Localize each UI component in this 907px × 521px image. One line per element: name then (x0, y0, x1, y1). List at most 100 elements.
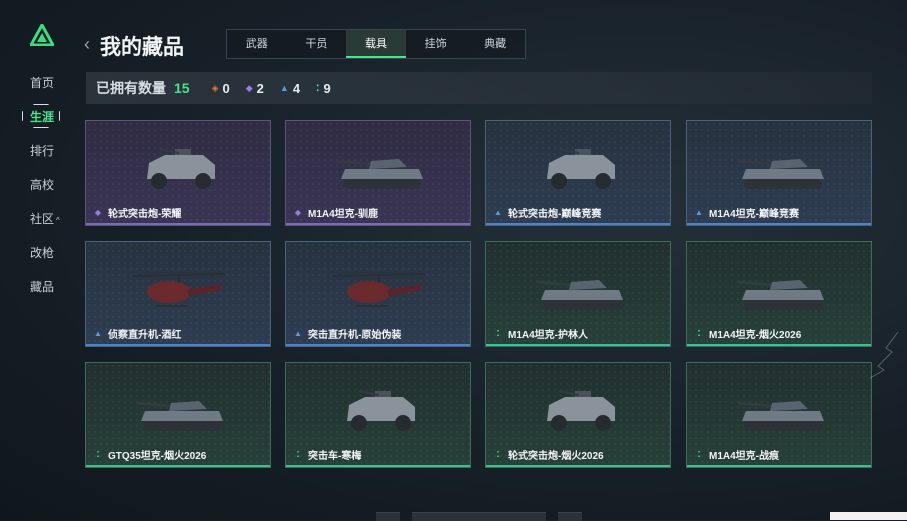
rarity-underline (687, 223, 871, 225)
rarity-underline (486, 223, 670, 225)
vehicle-card[interactable]: ▲ 突击直升机-原始伪装 (285, 241, 471, 347)
vehicle-card[interactable]: ▲ 轮式突击炮-巅峰竞赛 (485, 120, 671, 226)
vehicle-name: M1A4坦克-巅峰竞赛 (709, 209, 800, 220)
rarity-count: 2 (256, 80, 264, 96)
tab-weapons[interactable]: 武器 (227, 30, 287, 58)
tank-icon (129, 381, 229, 441)
sidebar-item-college[interactable]: 高校 (18, 174, 68, 196)
vehicle-card[interactable]: ⁚ M1A4坦克-烟火2026 (686, 241, 872, 347)
rarity-stat-purple: ◆ 2 (246, 81, 264, 96)
rarity-underline (86, 223, 270, 225)
green-rarity-icon: ⁚ (697, 329, 701, 338)
vehicle-card-label: ◆ M1A4坦克-驯鹿 (292, 205, 378, 220)
rarity-count: 0 (222, 80, 230, 96)
blue-rarity-icon: ▲ (695, 208, 703, 217)
blue-rarity-icon: ▲ (294, 329, 302, 338)
ownership-summary: 已拥有数量 15 ◈ 0 ◆ 2 ▲ 4 ⁚ 9 (86, 72, 872, 104)
green-rarity-icon: ⁚ (496, 450, 500, 459)
sidebar-item-label: 高校 (30, 178, 55, 192)
sidebar-item-label: 生涯 (30, 110, 55, 124)
vehicle-card-label: ▲ M1A4坦克-巅峰竞赛 (693, 205, 799, 220)
blue-rarity-icon: ▲ (494, 208, 502, 217)
green-rarity-icon: ⁚ (697, 450, 701, 459)
green-rarity-icon: ⁚ (496, 329, 500, 338)
tank-icon (329, 139, 429, 199)
vehicle-card[interactable]: ⁚ M1A4坦克-护林人 (485, 241, 671, 347)
vehicle-name: M1A4坦克-护林人 (508, 330, 589, 341)
vehicle-card[interactable]: ⁚ M1A4坦克-战痕 (686, 362, 872, 468)
vehicle-card-label: ▲ 轮式突击炮-巅峰竞赛 (492, 205, 601, 220)
vehicle-card-label: ◆ 轮式突击炮-荣耀 (92, 205, 181, 220)
armored-car-icon (529, 139, 629, 199)
logo-icon (30, 24, 54, 46)
sidebar-item-collection[interactable]: 藏品 (18, 276, 68, 298)
vehicle-card[interactable]: ▲ M1A4坦克-巅峰竞赛 (686, 120, 872, 226)
back-icon[interactable]: ‹ (84, 34, 90, 55)
sidebar-item-label: 藏品 (30, 280, 55, 294)
vehicle-name: 轮式突击炮-烟火2026 (508, 451, 604, 462)
vehicle-card[interactable]: ⁚ 突击车-寒梅 (285, 362, 471, 468)
sidebar-item-ranking[interactable]: 排行 (18, 140, 68, 162)
tab-charms[interactable]: 挂饰 (406, 30, 466, 58)
vehicle-name: 轮式突击炮-巅峰竞赛 (508, 209, 602, 220)
rarity-stat-blue: ▲ 4 (280, 81, 300, 96)
tank-icon (730, 381, 830, 441)
rarity-underline (286, 223, 470, 225)
vehicle-card[interactable]: ◆ 轮式突击炮-荣耀 (85, 120, 271, 226)
blue-chevron-icon: ▲ (279, 83, 289, 93)
vehicle-card-label: ⁚ 突击车-寒梅 (292, 447, 361, 462)
lightning-decoration-icon (869, 331, 899, 379)
vehicle-card-label: ⁚ M1A4坦克-战痕 (693, 447, 779, 462)
rarity-underline (687, 465, 871, 467)
vehicle-card[interactable]: ⁚ GTQ35坦克-烟火2026 (85, 362, 271, 468)
green-dots-icon: ⁚ (316, 82, 320, 93)
tank-icon (730, 139, 830, 199)
floating-panel-edge (830, 512, 907, 520)
tank-icon (529, 260, 629, 320)
vehicle-name: M1A4坦克-战痕 (709, 451, 780, 462)
purple-rarity-icon: ◆ (294, 208, 302, 217)
owned-label: 已拥有数量 (96, 80, 166, 96)
vehicle-card[interactable]: ⁚ 轮式突击炮-烟火2026 (485, 362, 671, 468)
purple-gem-icon: ◆ (245, 82, 253, 93)
rarity-stat-green: ⁚ 9 (316, 81, 331, 96)
vehicle-card[interactable]: ▲ 侦察直升机-酒红 (85, 241, 271, 347)
sidebar-item-label: 首页 (30, 76, 55, 90)
tab-vehicles[interactable]: 载具 (346, 30, 406, 58)
rarity-underline (486, 344, 670, 346)
armored-car-icon (129, 139, 229, 199)
rarity-underline (687, 344, 871, 346)
rarity-underline (486, 465, 670, 467)
sidebar-item-home[interactable]: 首页 (18, 72, 68, 94)
vehicle-card-label: ⁚ M1A4坦克-烟火2026 (693, 326, 801, 341)
rarity-underline (286, 465, 470, 467)
vehicle-name: M1A4坦克-烟火2026 (709, 330, 802, 341)
vehicle-card-label: ⁚ GTQ35坦克-烟火2026 (92, 447, 206, 462)
tab-collector[interactable]: 典藏 (465, 30, 525, 58)
blue-rarity-icon: ▲ (94, 329, 102, 338)
sidebar-item-label: 排行 (30, 144, 55, 158)
rarity-underline (86, 465, 270, 467)
rarity-stat-orange: ◈ 0 (212, 81, 230, 96)
sidebar-item-community[interactable]: 社区 ^ (18, 208, 68, 230)
chevron-up-icon: ^ (56, 216, 60, 225)
helicopter-icon (129, 260, 229, 320)
owned-count: 15 (174, 80, 190, 96)
sidebar-item-career[interactable]: 生涯 (18, 106, 68, 128)
rarity-count: 9 (323, 80, 331, 96)
sidebar-item-label: 改枪 (30, 246, 55, 260)
sidebar-item-gunsmith[interactable]: 改枪 (18, 242, 68, 264)
sidebar-item-label: 社区 (30, 212, 55, 226)
orange-gem-icon: ◈ (211, 82, 219, 93)
tab-operators[interactable]: 干员 (287, 30, 347, 58)
rarity-underline (286, 344, 470, 346)
sidebar: 首页 生涯 排行 高校 社区 ^ 改枪 藏品 (18, 72, 68, 310)
vehicle-card-label: ⁚ 轮式突击炮-烟火2026 (492, 447, 604, 462)
vehicle-name: 突击直升机-原始伪装 (308, 330, 402, 341)
vehicle-card[interactable]: ◆ M1A4坦克-驯鹿 (285, 120, 471, 226)
green-rarity-icon: ⁚ (296, 450, 300, 459)
vehicle-name: M1A4坦克-驯鹿 (308, 209, 379, 220)
vehicle-card-label: ⁚ M1A4坦克-护林人 (492, 326, 588, 341)
category-tabs: 武器 干员 载具 挂饰 典藏 (226, 29, 526, 59)
rarity-underline (86, 344, 270, 346)
